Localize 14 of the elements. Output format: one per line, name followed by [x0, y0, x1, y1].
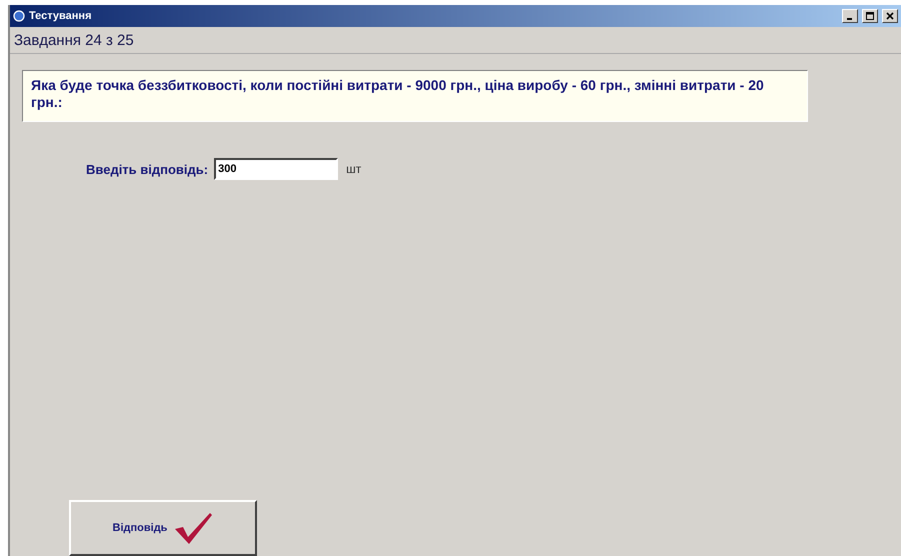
checkmark-icon — [173, 511, 214, 545]
question-text: Яка буде точка беззбитковості, коли постійні витрати - 9000 грн., ціна виробу - 60 грн., змінні витрати - 20 грн.: — [22, 70, 808, 122]
close-button[interactable] — [882, 9, 898, 23]
maximize-button[interactable] — [862, 9, 878, 23]
window-title: Тестування — [29, 10, 92, 22]
answer-field[interactable]: 300 — [214, 158, 338, 180]
maximize-icon — [866, 12, 874, 20]
answer-label: Введіть відповідь: — [86, 162, 208, 176]
close-icon — [886, 12, 894, 20]
app-icon — [13, 10, 25, 22]
minimize-button[interactable] — [842, 9, 858, 23]
answer-button[interactable]: Відповідь — [69, 500, 257, 556]
unit-label: шт — [346, 162, 362, 176]
task-counter: Завдання 24 з 25 — [14, 32, 134, 48]
